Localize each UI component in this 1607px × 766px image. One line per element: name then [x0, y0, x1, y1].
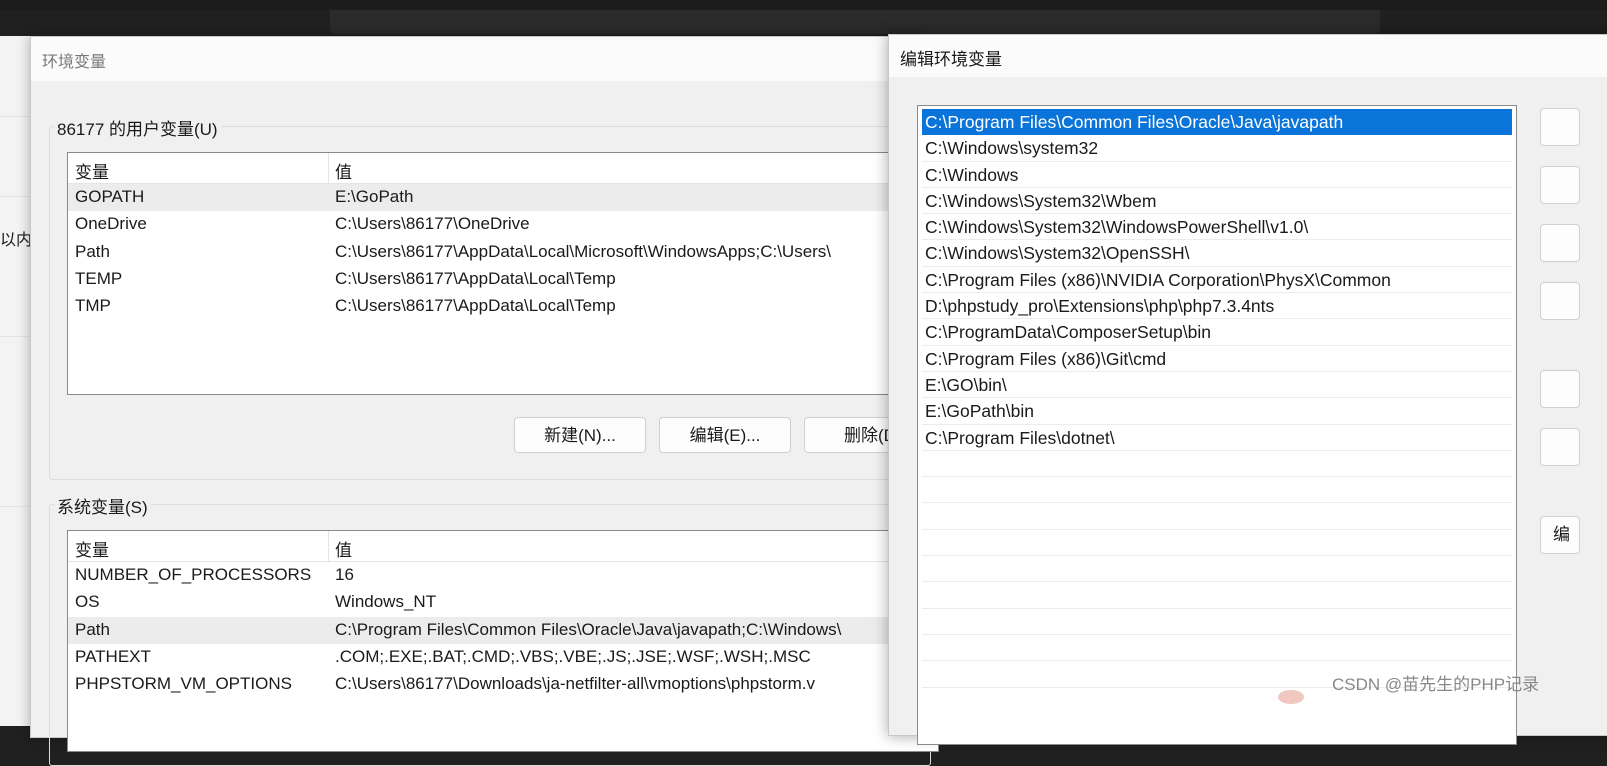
- edit-entry-button[interactable]: [1540, 166, 1580, 204]
- variable-row[interactable]: OS Windows_NT: [68, 589, 938, 616]
- edit-button[interactable]: 编辑(E)...: [659, 417, 791, 453]
- list-header: 变量 值: [68, 153, 938, 184]
- delete-entry-button[interactable]: [1540, 282, 1580, 320]
- new-entry-button[interactable]: [1540, 108, 1580, 146]
- variable-name: PATHEXT: [75, 646, 151, 666]
- column-header-variable[interactable]: 变量: [75, 158, 109, 183]
- divider: [0, 116, 30, 117]
- variable-value: C:\Users\86177\AppData\Local\Microsoft\W…: [335, 241, 832, 261]
- variable-name: OS: [75, 592, 100, 612]
- path-entry[interactable]: C:\Windows: [922, 162, 1512, 188]
- variable-row[interactable]: PHPSTORM_VM_OPTIONS C:\Users\86177\Downlo…: [68, 671, 938, 698]
- variable-value: E:\GoPath: [335, 187, 414, 206]
- list-header: 变量 值: [68, 531, 938, 562]
- variable-name: GOPATH: [75, 187, 145, 206]
- column-header-value[interactable]: 值: [335, 158, 352, 183]
- variable-row[interactable]: TEMP C:\Users\86177\AppData\Local\Temp: [68, 266, 938, 293]
- system-variables-list[interactable]: 变量 值 NUMBER_OF_PROCESSORS 16 OS Windows_NT P…: [67, 530, 939, 752]
- variable-name: OneDrive: [75, 214, 147, 234]
- path-entry[interactable]: C:\Program Files (x86)\NVIDIA Corporatio…: [922, 267, 1512, 294]
- column-header-variable[interactable]: 变量: [75, 536, 109, 561]
- variable-name: Path: [75, 619, 110, 639]
- variable-name: PHPSTORM_VM_OPTIONS: [75, 674, 292, 694]
- variable-row[interactable]: Path C:\Users\86177\AppData\Local\Microso…: [68, 239, 938, 266]
- path-entry[interactable]: E:\GO\bin\: [922, 372, 1512, 399]
- taskbar-top: [0, 0, 1607, 10]
- variable-value: Windows_NT: [335, 592, 437, 612]
- divider: [0, 336, 30, 337]
- user-variables-list[interactable]: 变量 值 GOPATH E:\GoPath OneDrive C:\Users\861…: [67, 152, 939, 395]
- empty-path-row[interactable]: [922, 503, 1512, 530]
- browser-tabstrip: [330, 10, 1380, 34]
- new-button[interactable]: 新建(N)...: [514, 417, 646, 453]
- environment-variables-dialog: 环境变量 86177 的用户变量(U) 变量 值 GOPATH E:\GoPath…: [30, 36, 939, 766]
- path-entry[interactable]: C:\Windows\System32\OpenSSH\: [922, 240, 1512, 267]
- move-down-button[interactable]: [1540, 428, 1580, 466]
- variable-value: .COM;.EXE;.BAT;.CMD;.VBS;.VBE;.JS;.JSE;.…: [335, 646, 811, 666]
- empty-path-row[interactable]: [922, 609, 1512, 635]
- variable-value: C:\Users\86177\Downloads\ja-netfilter-al…: [335, 674, 815, 694]
- system-variables-label: 系统变量(S): [54, 493, 151, 518]
- empty-path-row[interactable]: [922, 530, 1512, 557]
- path-entries-list[interactable]: C:\Program Files\Common Files\Oracle\Jav…: [917, 105, 1517, 745]
- empty-path-row[interactable]: [922, 582, 1512, 609]
- column-separator[interactable]: [328, 531, 329, 561]
- variable-value: C:\Program Files\Common Files\Oracle\Jav…: [335, 619, 842, 639]
- variable-name: Path: [75, 241, 110, 261]
- column-header-value[interactable]: 值: [335, 536, 352, 561]
- variable-value: C:\Users\86177\OneDrive: [335, 214, 530, 234]
- empty-path-row[interactable]: [922, 477, 1512, 504]
- variable-row[interactable]: GOPATH E:\GoPath: [68, 184, 938, 212]
- variable-value: C:\Users\86177\AppData\Local\Temp: [335, 296, 616, 316]
- path-entry[interactable]: C:\Windows\system32: [922, 135, 1512, 162]
- edit-environment-variable-dialog: 编辑环境变量 C:\Program Files\Common Files\Ora…: [888, 34, 1607, 745]
- title-bar[interactable]: 环境变量: [31, 37, 921, 81]
- browse-button[interactable]: [1540, 224, 1580, 262]
- path-entry[interactable]: C:\Program Files\Common Files\Oracle\Jav…: [922, 109, 1512, 136]
- edit-text-button[interactable]: 编: [1540, 516, 1580, 554]
- variable-name: NUMBER_OF_PROCESSORS: [75, 565, 312, 584]
- variable-row[interactable]: OneDrive C:\Users\86177\OneDrive: [68, 211, 938, 238]
- path-entry[interactable]: C:\Program Files (x86)\Git\cmd: [922, 346, 1512, 372]
- variable-name: TEMP: [75, 268, 123, 288]
- path-entry[interactable]: E:\GoPath\bin: [922, 398, 1512, 425]
- watermark-decoration: [1278, 690, 1304, 704]
- empty-path-row[interactable]: [922, 451, 1512, 478]
- variable-row[interactable]: TMP C:\Users\86177\AppData\Local\Temp: [68, 293, 938, 320]
- empty-path-row[interactable]: [922, 635, 1512, 662]
- column-separator[interactable]: [328, 153, 329, 183]
- variable-row[interactable]: Path C:\Program Files\Common Files\Oracle…: [68, 616, 938, 644]
- user-variables-label: 86177 的用户变量(U): [54, 115, 221, 140]
- path-entry[interactable]: C:\Windows\System32\WindowsPowerShell\v1…: [922, 214, 1512, 241]
- move-up-button[interactable]: [1540, 370, 1580, 408]
- dialog-title: 编辑环境变量: [900, 50, 1002, 69]
- path-entry[interactable]: C:\Program Files\dotnet\: [922, 425, 1512, 451]
- variable-value: C:\Users\86177\AppData\Local\Temp: [335, 268, 616, 288]
- path-entry[interactable]: C:\ProgramData\ComposerSetup\bin: [922, 319, 1512, 346]
- path-entry[interactable]: C:\Windows\System32\Wbem: [922, 188, 1512, 215]
- divider: [0, 196, 30, 197]
- title-bar[interactable]: 编辑环境变量: [889, 35, 1607, 77]
- variable-row[interactable]: NUMBER_OF_PROCESSORS 16: [68, 562, 938, 589]
- variable-value: 16: [335, 565, 354, 584]
- path-entry[interactable]: D:\phpstudy_pro\Extensions\php\php7.3.4n…: [922, 293, 1512, 320]
- variable-name: TMP: [75, 296, 111, 316]
- variable-row[interactable]: PATHEXT .COM;.EXE;.BAT;.CMD;.VBS;.VBE;.JS…: [68, 644, 938, 671]
- watermark: CSDN @苗先生的PHP记录: [1332, 675, 1540, 694]
- background-partial-text: 以内: [0, 232, 33, 249]
- dialog-title: 环境变量: [42, 54, 107, 71]
- divider: [0, 506, 30, 507]
- empty-path-row[interactable]: [922, 556, 1512, 583]
